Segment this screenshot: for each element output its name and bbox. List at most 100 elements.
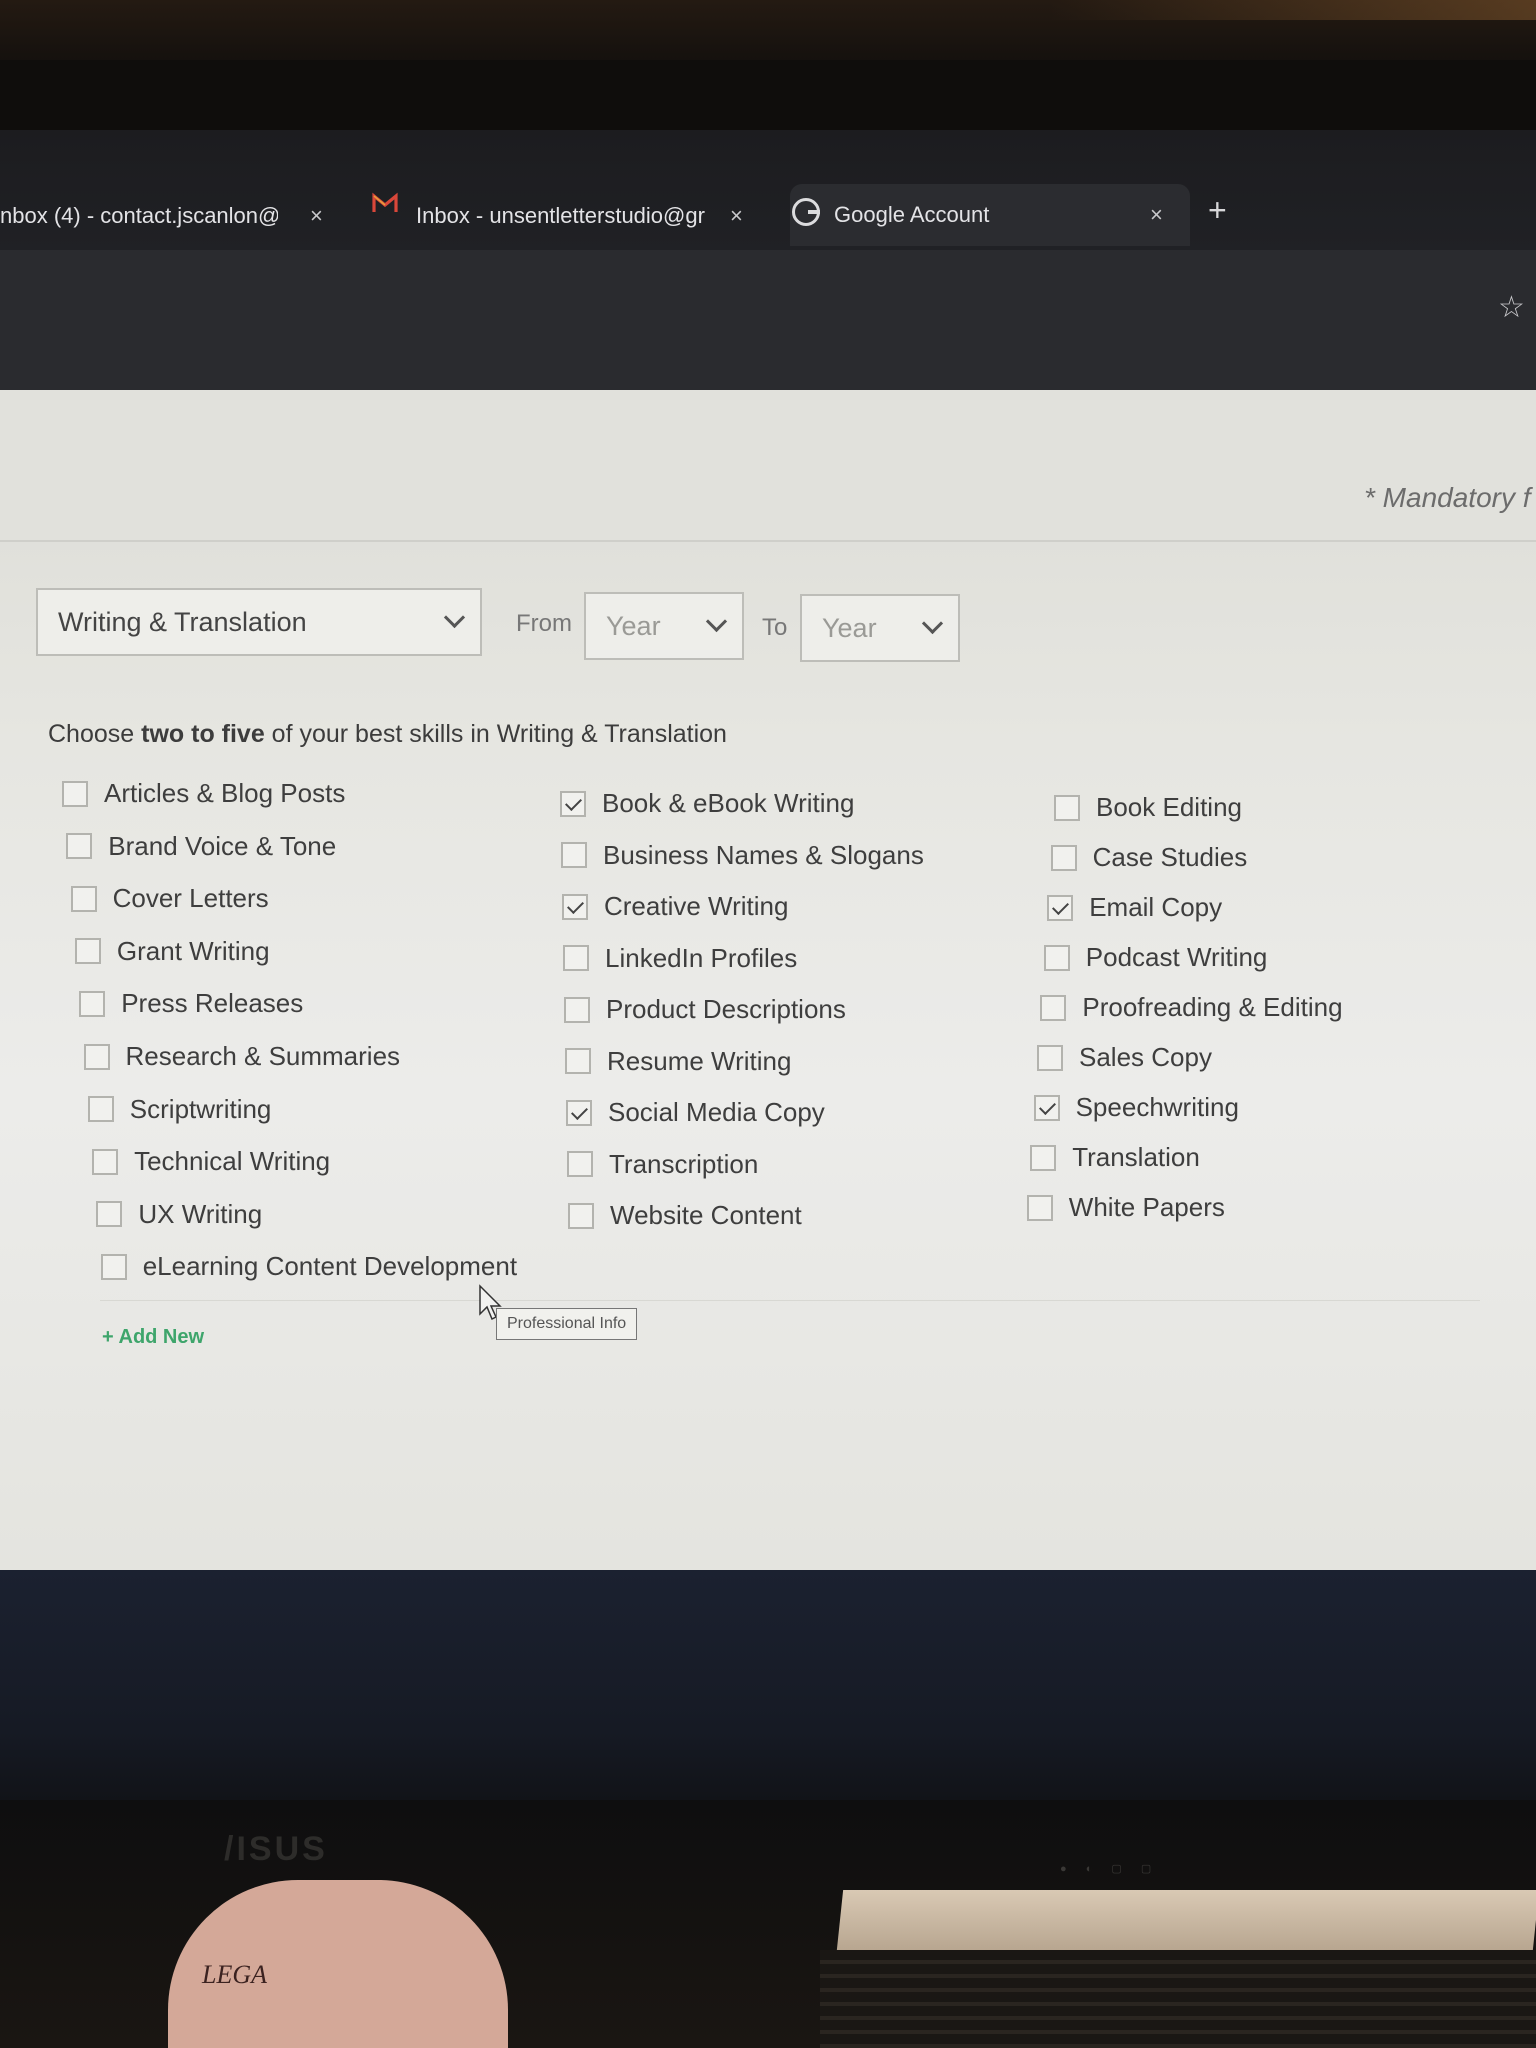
skill-option[interactable]: Social Media Copy — [566, 1097, 825, 1128]
chevron-down-icon — [921, 612, 944, 635]
tab-inbox-contact[interactable]: nbox (4) - contact.jscanlon@g × — [0, 192, 340, 240]
skill-option[interactable]: Speechwriting — [1033, 1092, 1239, 1123]
checkbox-unchecked[interactable] — [92, 1148, 119, 1175]
skill-label: Brand Voice & Tone — [108, 830, 337, 861]
skill-option[interactable]: Research & Summaries — [83, 1041, 400, 1072]
skill-option[interactable]: Creative Writing — [562, 891, 788, 922]
monitor-buttons: ● ◐ ▢ ▢ — [1060, 1863, 1160, 1875]
browser-toolbar — [0, 250, 1536, 390]
skill-option[interactable]: Cover Letters — [70, 883, 269, 914]
skill-option[interactable]: Email Copy — [1047, 892, 1222, 923]
checkbox-unchecked[interactable] — [100, 1253, 127, 1280]
skill-label: Sales Copy — [1079, 1042, 1212, 1072]
keyboard — [820, 1950, 1536, 2048]
skill-label: Translation — [1072, 1142, 1200, 1172]
checkbox-unchecked[interactable] — [1040, 994, 1067, 1021]
skill-label: Creative Writing — [604, 891, 789, 921]
checkbox-unchecked[interactable] — [1030, 1144, 1057, 1171]
checkbox-unchecked[interactable] — [62, 780, 88, 807]
instruction-prefix: Choose — [48, 720, 142, 748]
tab-title: nbox (4) - contact.jscanlon@g — [0, 203, 278, 228]
checkbox-unchecked[interactable] — [1043, 944, 1070, 971]
checkbox-unchecked[interactable] — [70, 885, 97, 912]
skill-option[interactable]: White Papers — [1026, 1192, 1225, 1223]
skill-option[interactable]: Transcription — [567, 1149, 758, 1180]
skills-instruction: Choose two to five of your best skills i… — [48, 720, 727, 749]
instruction-emphasis: two to five — [141, 720, 265, 748]
close-icon[interactable]: × — [730, 203, 743, 229]
checkbox-unchecked[interactable] — [1026, 1194, 1053, 1221]
divider — [100, 1300, 1480, 1301]
checkbox-unchecked[interactable] — [563, 945, 589, 971]
skill-label: Product Descriptions — [606, 994, 846, 1024]
from-year-placeholder: Year — [606, 610, 661, 641]
checkbox-unchecked[interactable] — [1054, 794, 1080, 821]
bookmark-star-icon[interactable]: ☆ — [1498, 290, 1525, 325]
checkbox-checked[interactable] — [560, 790, 586, 817]
skill-label: Grant Writing — [116, 935, 270, 966]
monitor-brand-logo: /ISUS — [224, 1830, 328, 1868]
skill-option[interactable]: Scriptwriting — [87, 1094, 271, 1125]
skill-label: Case Studies — [1092, 842, 1248, 872]
skill-option[interactable]: Podcast Writing — [1043, 942, 1267, 973]
checkbox-unchecked[interactable] — [79, 990, 106, 1017]
skill-option[interactable]: Resume Writing — [565, 1046, 791, 1077]
from-year-select[interactable]: Year — [584, 592, 744, 660]
skill-label: Website Content — [610, 1200, 802, 1230]
close-icon[interactable]: × — [1150, 202, 1163, 228]
checkbox-unchecked[interactable] — [564, 996, 590, 1023]
to-year-select[interactable]: Year — [800, 594, 960, 662]
checkbox-unchecked[interactable] — [561, 842, 587, 868]
close-icon[interactable]: × — [310, 203, 323, 229]
chevron-down-icon — [443, 606, 466, 629]
chevron-down-icon — [705, 610, 728, 633]
tab-google-account[interactable]: Google Account × — [790, 184, 1190, 246]
checkbox-checked[interactable] — [1047, 894, 1074, 921]
add-new-button[interactable]: + Add New — [102, 1326, 204, 1349]
category-select[interactable]: Writing & Translation — [36, 588, 482, 656]
checkbox-unchecked[interactable] — [83, 1043, 110, 1070]
skill-option[interactable]: Proofreading & Editing — [1040, 992, 1343, 1023]
form-header: * Mandatory f — [0, 390, 1536, 542]
skill-label: Press Releases — [121, 988, 304, 1019]
skill-option[interactable]: Brand Voice & Tone — [66, 831, 336, 862]
skill-option[interactable]: Book Editing — [1054, 792, 1242, 823]
skill-option[interactable]: LinkedIn Profiles — [563, 943, 797, 974]
checkbox-checked[interactable] — [566, 1099, 592, 1126]
tab-inbox-unsentletter[interactable]: Inbox - unsentletterstudio@gr × — [370, 192, 760, 240]
checkbox-checked[interactable] — [562, 893, 588, 920]
skill-option[interactable]: Business Names & Slogans — [561, 840, 924, 871]
checkbox-unchecked[interactable] — [87, 1096, 114, 1123]
tooltip: Professional Info — [496, 1308, 638, 1340]
skill-option[interactable]: UX Writing — [96, 1199, 262, 1230]
skill-option[interactable]: Translation — [1030, 1142, 1200, 1173]
checkbox-unchecked[interactable] — [74, 938, 101, 965]
checkbox-unchecked[interactable] — [1050, 844, 1077, 871]
skill-option[interactable]: Technical Writing — [92, 1146, 330, 1177]
skill-option[interactable]: Press Releases — [79, 988, 303, 1019]
skill-label: eLearning Content Development — [142, 1251, 518, 1282]
checkbox-unchecked[interactable] — [96, 1201, 123, 1228]
checkbox-unchecked[interactable] — [66, 833, 93, 860]
skill-label: Transcription — [609, 1148, 759, 1179]
tab-title: Google Account — [834, 202, 990, 227]
to-label: To — [762, 614, 788, 641]
checkbox-unchecked[interactable] — [1037, 1044, 1063, 1071]
checkbox-unchecked[interactable] — [565, 1048, 591, 1074]
skill-option[interactable]: Sales Copy — [1037, 1042, 1212, 1073]
skill-option[interactable]: Grant Writing — [74, 935, 270, 967]
checkbox-checked[interactable] — [1033, 1094, 1060, 1121]
to-year-placeholder: Year — [822, 612, 877, 643]
gmail-icon — [372, 192, 398, 212]
skill-option[interactable]: Articles & Blog Posts — [62, 778, 345, 809]
skill-option[interactable]: eLearning Content Development — [100, 1251, 518, 1282]
new-tab-button[interactable]: + — [1208, 194, 1227, 226]
tab-title: Inbox - unsentletterstudio@gr — [416, 203, 705, 228]
skill-option[interactable]: Website Content — [568, 1200, 802, 1231]
skill-option[interactable]: Case Studies — [1050, 842, 1248, 873]
skill-label: Book & eBook Writing — [602, 788, 855, 818]
checkbox-unchecked[interactable] — [567, 1151, 593, 1177]
skill-option[interactable]: Book & eBook Writing — [560, 788, 854, 819]
skill-option[interactable]: Product Descriptions — [564, 994, 846, 1025]
checkbox-unchecked[interactable] — [568, 1202, 594, 1229]
